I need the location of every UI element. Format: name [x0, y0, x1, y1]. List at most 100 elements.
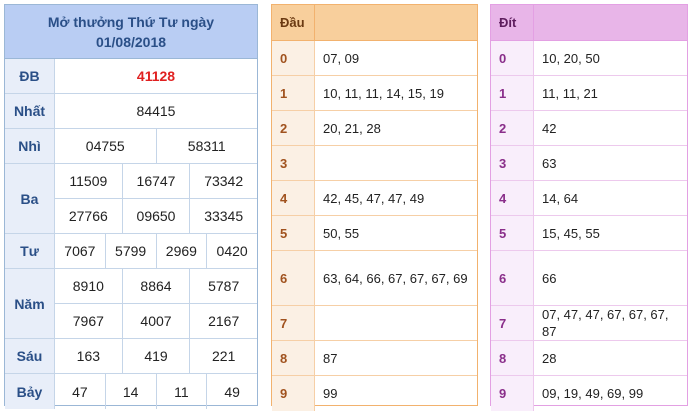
- dit-row: 2 42: [491, 111, 687, 146]
- prize-number: 4007: [123, 304, 191, 338]
- prize-row: Nhì 04755 58311: [5, 129, 257, 164]
- dau-numbers: [315, 146, 477, 180]
- dau-numbers: 99: [323, 386, 338, 401]
- prize-number: 2969: [157, 234, 208, 268]
- special-prize-number: 41128: [136, 68, 176, 84]
- dit-row: 9 09, 19, 49, 69, 99: [491, 376, 687, 411]
- dit-row: 7 07, 47, 47, 67, 67, 67, 87: [491, 306, 687, 341]
- prize-number: 73342: [204, 173, 244, 189]
- dau-row: 0 07, 09: [272, 41, 477, 76]
- dit-digit: 2: [491, 111, 534, 145]
- prize-number: 221: [212, 348, 236, 364]
- dau-row: 8 87: [272, 341, 477, 376]
- dit-header: Đít: [491, 5, 534, 40]
- dit-row: 6 66: [491, 251, 687, 306]
- prize-number: 84415: [136, 103, 176, 119]
- prize-label: Sáu: [5, 339, 55, 373]
- dau-digit: 9: [272, 376, 315, 411]
- dau-header: Đầu: [272, 5, 315, 40]
- prize-number: 8910: [55, 269, 123, 303]
- prize-number: 16747: [123, 164, 191, 198]
- prize-number: 27766: [55, 199, 123, 233]
- dit-numbers: 42: [542, 120, 557, 136]
- prize-label: Ba: [5, 164, 55, 233]
- prize-number: 49: [224, 383, 240, 400]
- prize-label: Nhất: [5, 94, 55, 128]
- dau-header-row: Đầu: [272, 5, 477, 41]
- dau-numbers: 07, 09: [323, 50, 360, 66]
- prize-row: Nhất 84415: [5, 94, 257, 129]
- dau-row: 5 50, 55: [272, 216, 477, 251]
- prize-row: ĐB 41128: [5, 59, 257, 94]
- dau-row: 9 99: [272, 376, 477, 411]
- prize-number: 11: [157, 374, 208, 409]
- dau-row: 2 20, 21, 28: [272, 111, 477, 146]
- dau-row: 3: [272, 146, 477, 181]
- dit-row: 0 10, 20, 50: [491, 41, 687, 76]
- dit-header-row: Đít: [491, 5, 687, 41]
- dau-digit: 0: [272, 41, 315, 75]
- prize-number: 11509: [55, 164, 123, 198]
- dit-row: 3 63: [491, 146, 687, 181]
- dau-digit: 5: [272, 216, 315, 250]
- dit-numbers: 11, 11, 21: [542, 85, 598, 101]
- dit-numbers: 28: [542, 350, 557, 366]
- prize-number: 8864: [123, 269, 191, 303]
- dit-numbers: 07, 47, 47, 67, 67, 67, 87: [542, 307, 669, 339]
- dit-row: 8 28: [491, 341, 687, 376]
- dit-row: 4 14, 64: [491, 181, 687, 216]
- prize-number: 163: [55, 339, 123, 373]
- prize-number: 7067: [55, 234, 106, 268]
- dau-row: 4 42, 45, 47, 47, 49: [272, 181, 477, 216]
- dau-numbers: 63, 64, 66, 67, 67, 67, 69: [323, 270, 468, 286]
- dit-digit: 7: [491, 306, 534, 340]
- dau-table: Đầu 0 07, 09 1 10, 11, 11, 14, 15, 19 2 20, 2…: [271, 4, 478, 411]
- prize-row: Sáu 163 419 221: [5, 339, 257, 374]
- prize-line: 47 14 11 49: [55, 374, 257, 409]
- dit-body: 0 10, 20, 50 1 11, 11, 21 2 42 3 63 4 14, 64 5 15, …: [491, 41, 687, 411]
- prize-line: 7067 5799 2969 0420: [55, 234, 257, 268]
- dit-row: 1 11, 11, 21: [491, 76, 687, 111]
- results-date: 01/08/2018: [95, 33, 167, 50]
- dit-digit: 1: [491, 76, 534, 110]
- dit-digit: 4: [491, 181, 534, 215]
- results-title: Mở thưởng Thứ Tư ngày: [47, 13, 215, 30]
- prize-label: Tư: [5, 234, 55, 268]
- prize-number: 09650: [123, 199, 191, 233]
- dau-digit: 1: [272, 76, 315, 110]
- prize-number: 7967: [55, 304, 123, 338]
- dit-digit: 8: [491, 341, 534, 375]
- prize-line: 163 419 221: [55, 339, 257, 373]
- dau-row: 6 63, 64, 66, 67, 67, 67, 69: [272, 251, 477, 306]
- dau-numbers: 50, 55: [323, 225, 360, 241]
- dit-digit: 6: [491, 251, 534, 305]
- prize-line: 11509 16747 73342: [55, 164, 257, 199]
- dit-numbers: 14, 64: [542, 190, 579, 206]
- dit-numbers: 10, 20, 50: [542, 50, 600, 66]
- prize-label: Bảy: [5, 374, 55, 409]
- prize-row: Ba 11509 16747 73342 27766 09650 33345: [5, 164, 257, 234]
- dau-digit: 6: [272, 251, 315, 305]
- dau-digit: 3: [272, 146, 315, 180]
- dit-digit: 3: [491, 146, 534, 180]
- prize-line: 04755 58311: [55, 129, 257, 163]
- prize-label: Năm: [5, 269, 55, 338]
- dau-row: 7: [272, 306, 477, 341]
- prize-label: Nhì: [5, 129, 55, 163]
- dit-numbers: 15, 45, 55: [542, 225, 600, 241]
- dit-numbers: 63: [542, 155, 557, 171]
- dau-numbers: 42, 45, 47, 47, 49: [323, 190, 425, 206]
- dit-numbers: 09, 19, 49, 69, 99: [542, 386, 644, 401]
- results-body: ĐB 41128 Nhất 84415 Nhì 04755 58311 Ba 11509 1674…: [5, 59, 257, 409]
- dau-numbers: [315, 306, 477, 340]
- dit-digit: 9: [491, 376, 534, 411]
- dau-numbers: 87: [323, 350, 338, 366]
- results-table: Mở thưởng Thứ Tư ngày 01/08/2018 ĐB 41128…: [4, 4, 258, 409]
- prize-number: 47: [55, 374, 106, 409]
- prize-line: 8910 8864 5787: [55, 269, 257, 304]
- prize-line: 41128: [55, 59, 257, 93]
- prize-line: 84415: [55, 94, 257, 128]
- prize-number: 0420: [216, 243, 248, 259]
- dit-table: Đít 0 10, 20, 50 1 11, 11, 21 2 42 3 63 4 14, 64 5…: [490, 4, 688, 411]
- dau-numbers: 10, 11, 11, 14, 15, 19: [323, 85, 444, 101]
